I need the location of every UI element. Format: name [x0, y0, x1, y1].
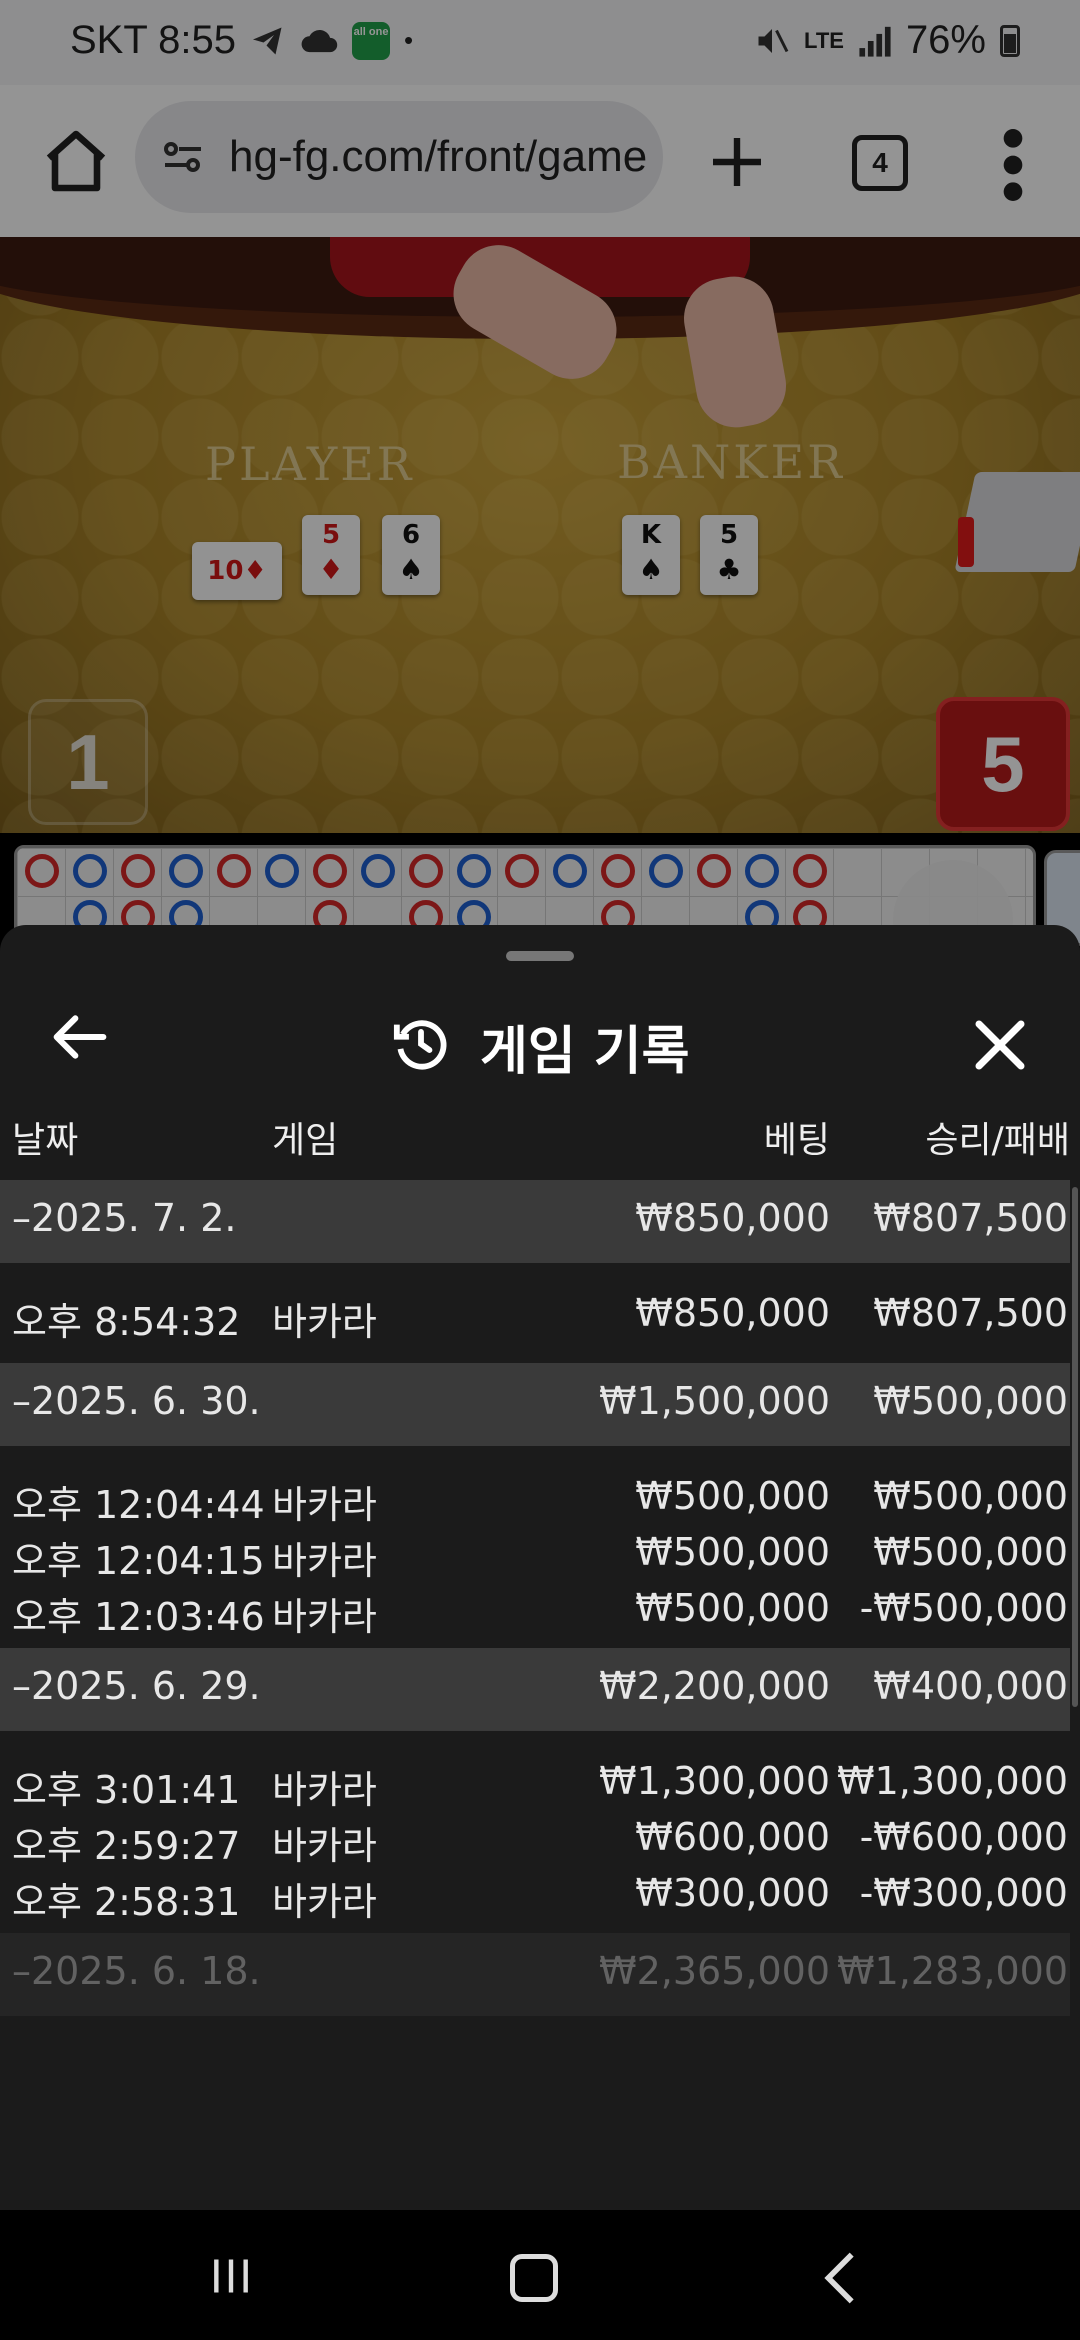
history-date-group[interactable]: –2025. 6. 29. ₩2,200,000 ₩400,000	[0, 1648, 1070, 1731]
row-game: 바카라	[272, 1539, 377, 1583]
row-time: 오후 2:58:31	[12, 1880, 241, 1924]
row-time: 오후 3:01:41	[12, 1768, 241, 1812]
recents-icon[interactable]	[208, 2254, 254, 2298]
group-bet-total: ₩2,365,000	[599, 1949, 830, 1993]
history-row[interactable]: 오후 2:58:31 바카라 ₩300,000 -₩300,000	[0, 1865, 1070, 1924]
list-fade	[0, 2070, 1080, 2210]
history-scrollbar[interactable]	[1072, 1187, 1078, 1707]
group-winloss-total: ₩400,000	[873, 1664, 1068, 1708]
row-winloss: ₩500,000	[873, 1530, 1068, 1574]
system-nav-bar	[0, 2210, 1080, 2340]
history-date-group[interactable]: –2025. 7. 2. ₩850,000 ₩807,500	[0, 1180, 1070, 1263]
sheet-title: 게임 기록	[480, 1022, 690, 1082]
group-date: –2025. 6. 18.	[12, 1949, 261, 1993]
history-list: –2025. 7. 2. ₩850,000 ₩807,500 오후 8:54:3…	[0, 1180, 1080, 2016]
row-spacer	[0, 1731, 1070, 1753]
history-date-group[interactable]: –2025. 6. 18. ₩2,365,000 ₩1,283,000	[0, 1933, 1070, 2016]
history-row[interactable]: 오후 12:04:15 바카라 ₩500,000 ₩500,000	[0, 1524, 1070, 1583]
game-history-sheet: 게임 기록 날짜 게임 베팅 승리/패배 –2025. 7. 2. ₩850,0…	[0, 925, 1080, 2210]
row-game: 바카라	[272, 1880, 377, 1924]
row-spacer	[0, 1341, 1070, 1363]
history-row[interactable]: 오후 12:03:46 바카라 ₩500,000 -₩500,000	[0, 1580, 1070, 1639]
row-bet: ₩500,000	[635, 1586, 830, 1630]
row-time: 오후 8:54:32	[12, 1300, 241, 1344]
row-time: 오후 2:59:27	[12, 1824, 241, 1868]
row-game: 바카라	[272, 1595, 377, 1639]
row-bet: ₩850,000	[635, 1291, 830, 1335]
group-winloss-total: ₩807,500	[873, 1196, 1068, 1240]
sheet-drag-handle[interactable]	[506, 951, 574, 961]
history-column-headers: 날짜 게임 베팅 승리/패배	[0, 1111, 1080, 1169]
row-game: 바카라	[272, 1483, 377, 1527]
close-icon[interactable]	[972, 1017, 1028, 1073]
row-winloss: -₩600,000	[859, 1815, 1068, 1859]
back-arrow-icon[interactable]	[52, 1013, 108, 1061]
row-spacer	[0, 1921, 1070, 1933]
row-time: 오후 12:03:46	[12, 1595, 265, 1639]
column-header-winloss: 승리/패배	[925, 1120, 1070, 1161]
row-bet: ₩300,000	[635, 1871, 830, 1915]
sheet-header: 게임 기록	[0, 975, 1080, 1085]
history-row[interactable]: 오후 3:01:41 바카라 ₩1,300,000 ₩1,300,000	[0, 1753, 1070, 1812]
history-date-group[interactable]: –2025. 6. 30. ₩1,500,000 ₩500,000	[0, 1363, 1070, 1446]
row-winloss: ₩1,300,000	[837, 1759, 1068, 1803]
group-date: –2025. 7. 2.	[12, 1196, 237, 1240]
row-bet: ₩500,000	[635, 1530, 830, 1574]
column-header-game: 게임	[272, 1120, 339, 1161]
group-bet-total: ₩2,200,000	[599, 1664, 830, 1708]
row-winloss: -₩300,000	[859, 1871, 1068, 1915]
history-row[interactable]: 오후 2:59:27 바카라 ₩600,000 -₩600,000	[0, 1809, 1070, 1868]
row-winloss: ₩807,500	[873, 1291, 1068, 1335]
row-spacer	[0, 1446, 1070, 1468]
history-row[interactable]: 오후 8:54:32 바카라 ₩850,000 ₩807,500	[0, 1285, 1070, 1344]
group-bet-total: ₩850,000	[635, 1196, 830, 1240]
row-game: 바카라	[272, 1824, 377, 1868]
row-time: 오후 12:04:44	[12, 1483, 265, 1527]
row-winloss: ₩500,000	[873, 1474, 1068, 1518]
column-header-date: 날짜	[12, 1120, 79, 1161]
row-game: 바카라	[272, 1768, 377, 1812]
group-bet-total: ₩1,500,000	[599, 1379, 830, 1423]
row-spacer	[0, 1263, 1070, 1285]
group-date: –2025. 6. 30.	[12, 1379, 261, 1423]
row-bet: ₩500,000	[635, 1474, 830, 1518]
row-bet: ₩600,000	[635, 1815, 830, 1859]
row-game: 바카라	[272, 1300, 377, 1344]
row-time: 오후 12:04:15	[12, 1539, 265, 1583]
group-winloss-total: ₩1,283,000	[837, 1949, 1068, 1993]
column-header-bet: 베팅	[763, 1120, 830, 1161]
history-icon	[393, 1020, 447, 1070]
row-winloss: -₩500,000	[859, 1586, 1068, 1630]
row-spacer	[0, 1636, 1070, 1648]
nav-back-icon[interactable]	[822, 2250, 858, 2306]
row-bet: ₩1,300,000	[599, 1759, 830, 1803]
group-winloss-total: ₩500,000	[873, 1379, 1068, 1423]
nav-home-button[interactable]	[510, 2254, 558, 2302]
group-date: –2025. 6. 29.	[12, 1664, 261, 1708]
history-row[interactable]: 오후 12:04:44 바카라 ₩500,000 ₩500,000	[0, 1468, 1070, 1527]
